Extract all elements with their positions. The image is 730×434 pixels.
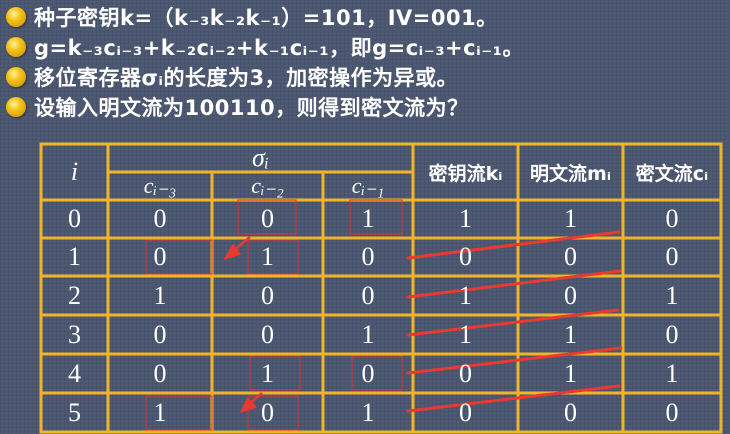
cell-c-i-minus-3: 0	[153, 242, 167, 271]
header-key-stream: 密钥流kᵢ	[428, 162, 503, 185]
cell-i: 3	[68, 319, 81, 349]
cell-c-i-minus-3: 0	[153, 319, 167, 349]
cell-c-i-minus-1: 1	[361, 204, 375, 233]
cell-cipher: 0	[665, 397, 679, 427]
cell-key: 1	[459, 319, 472, 349]
cell-i: 4	[68, 358, 81, 388]
cell-key: 1	[459, 280, 472, 310]
cell-cipher: 0	[665, 319, 679, 349]
cell-c-i-minus-2: 0	[261, 280, 274, 310]
cell-plain: 0	[564, 280, 577, 310]
cell-plain: 1	[564, 358, 577, 388]
cell-c-i-minus-3: 1	[153, 280, 167, 310]
cell-c-i-minus-3: 0	[153, 358, 167, 388]
header-sigma: σᵢ	[252, 143, 269, 172]
header-c-i-minus-2: cᵢ₋₂	[251, 173, 284, 198]
cell-plain: 1	[564, 204, 577, 233]
cell-key: 1	[459, 204, 472, 233]
cell-i: 2	[68, 280, 81, 310]
header-i: i	[70, 157, 79, 186]
cell-c-i-minus-2: 0	[261, 204, 274, 233]
cell-key: 0	[459, 397, 472, 427]
cell-plain: 0	[564, 397, 577, 427]
cell-c-i-minus-3: 1	[153, 397, 167, 427]
cell-plain: 1	[564, 319, 577, 349]
cell-c-i-minus-1: 0	[361, 280, 375, 310]
cell-cipher: 1	[665, 280, 679, 310]
header-cipher-stream: 密文流cᵢ	[635, 162, 709, 185]
cell-cipher: 1	[665, 358, 679, 388]
header-c-i-minus-1: cᵢ₋₁	[351, 173, 385, 198]
cell-c-i-minus-2: 0	[261, 397, 274, 427]
cell-i: 0	[68, 204, 81, 233]
cell-c-i-minus-1: 1	[361, 397, 375, 427]
cell-key: 0	[459, 242, 472, 271]
cell-c-i-minus-2: 1	[261, 242, 274, 271]
cell-c-i-minus-2: 0	[261, 319, 274, 349]
cell-cipher: 0	[665, 242, 679, 271]
cell-c-i-minus-1: 0	[361, 242, 375, 271]
cell-key: 0	[459, 358, 472, 388]
cell-c-i-minus-3: 0	[153, 204, 167, 233]
cell-c-i-minus-1: 0	[361, 358, 375, 388]
cell-plain: 0	[564, 242, 577, 271]
header-c-i-minus-3: cᵢ₋₃	[143, 173, 177, 198]
cell-i: 5	[68, 397, 81, 427]
header-plain-stream: 明文流mᵢ	[530, 162, 611, 185]
cell-cipher: 0	[665, 204, 679, 233]
cell-i: 1	[68, 242, 81, 271]
cell-c-i-minus-1: 1	[361, 319, 375, 349]
cell-c-i-minus-2: 1	[261, 358, 274, 388]
